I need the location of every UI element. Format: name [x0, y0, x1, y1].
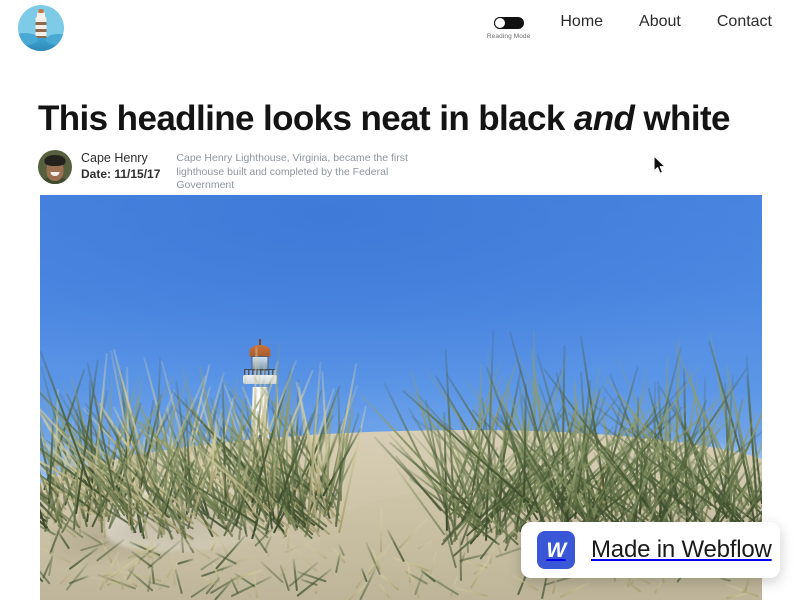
site-logo-link[interactable]	[18, 5, 64, 51]
byline-author-block: Cape Henry Date: 11/15/17	[81, 150, 160, 181]
byline: Cape Henry Date: 11/15/17 Cape Henry Lig…	[38, 150, 446, 193]
headline-text-1: This headline looks neat in black	[38, 99, 574, 138]
headline-text-2: white	[634, 99, 730, 138]
toggle-knob-icon	[493, 17, 506, 29]
webflow-logo-icon: W	[537, 531, 575, 569]
logo-sea	[18, 33, 64, 51]
nav-link-home[interactable]: Home	[560, 12, 603, 32]
navbar: Reading Mode Home About Contact	[0, 0, 800, 60]
author-name: Cape Henry	[81, 151, 148, 165]
mouse-cursor-icon	[653, 155, 666, 174]
headline-emphasis: and	[573, 99, 635, 138]
made-in-webflow-label: Made in Webflow	[591, 536, 772, 563]
publish-date: Date: 11/15/17	[81, 167, 161, 181]
lighthouse-logo-icon	[18, 5, 64, 51]
page-root: Reading Mode Home About Contact This hea…	[0, 0, 800, 600]
reading-mode-toggle[interactable]	[493, 17, 524, 29]
page-title: This headline looks neat in black and wh…	[38, 98, 730, 140]
nav-link-contact[interactable]: Contact	[717, 12, 772, 32]
reading-mode-label: Reading Mode	[486, 33, 531, 40]
nav-right-group: Reading Mode Home About Contact	[487, 12, 772, 40]
made-in-webflow-badge[interactable]: W Made in Webflow	[521, 522, 780, 578]
article-description: Cape Henry Lighthouse, Virginia, became …	[176, 152, 408, 191]
webflow-logo-letter: W	[546, 538, 566, 562]
hero-fence-post	[600, 466, 604, 508]
reading-mode-toggle-group[interactable]: Reading Mode	[487, 12, 530, 40]
logo-lighthouse-cap	[38, 9, 44, 13]
avatar	[38, 150, 72, 184]
nav-link-about[interactable]: About	[639, 12, 681, 32]
